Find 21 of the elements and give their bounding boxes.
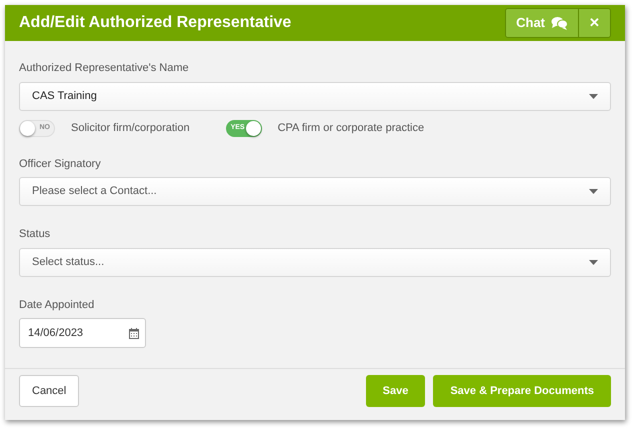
select-field[interactable]: Select status... — [19, 248, 611, 277]
caret-icon — [589, 260, 598, 265]
select-field[interactable]: Please select a Contact... — [19, 177, 611, 206]
select-field[interactable]: CAS Training — [19, 82, 611, 111]
field-label: Status — [19, 227, 50, 242]
calendar-icon — [129, 328, 139, 339]
caret-icon — [589, 189, 598, 194]
cancel-button[interactable]: Cancel — [19, 375, 80, 408]
save-button[interactable]: Save & Prepare Documents — [433, 375, 611, 408]
toggle-label: CPA firm or corporate practice — [278, 121, 424, 136]
caret-icon — [589, 94, 598, 99]
chat-bubbles-icon — [551, 16, 568, 30]
close-button[interactable]: ✕ — [578, 9, 610, 38]
dialog-title: Add/Edit Authorized Representative — [19, 13, 292, 34]
field-label: Date Appointed — [19, 298, 94, 313]
save-button[interactable]: Save — [366, 375, 426, 408]
field-label: Authorized Representative's Name — [19, 61, 189, 76]
field-label: Officer Signatory — [19, 156, 101, 172]
chat-button[interactable]: Chat — [506, 9, 578, 38]
date-field[interactable]: 14/06/2023 — [19, 318, 146, 348]
toggle-label: Solicitor firm/corporation — [71, 121, 190, 136]
